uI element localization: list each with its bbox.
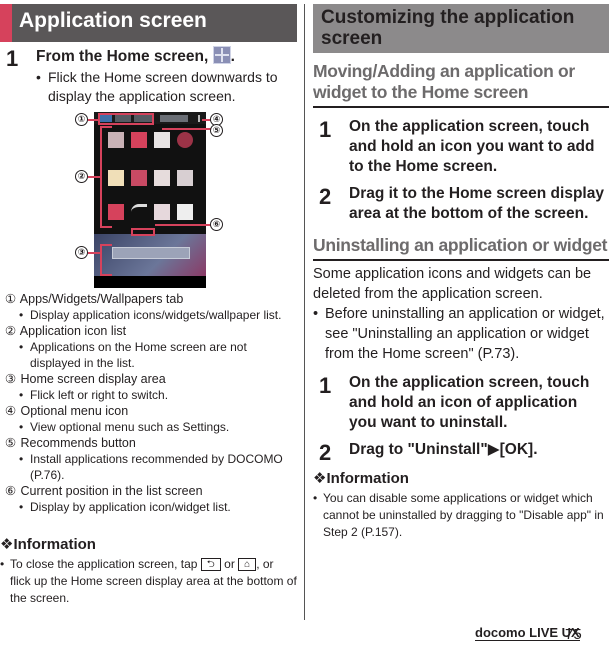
legend-number: ① xyxy=(4,292,17,306)
legend-bullet: Install applications recommended by DOCO… xyxy=(0,451,297,483)
legend-bullet: Flick left or right to switch. xyxy=(0,387,297,403)
step-number: 2 xyxy=(319,440,332,465)
legend-bullet: View optional menu such as Settings. xyxy=(0,419,297,435)
legend-label: Application icon list xyxy=(19,324,127,338)
step-text: From the Home screen, . xyxy=(36,46,297,67)
application-screen-illustration: ① ② ③ ④ ⑤ ⑥ xyxy=(74,112,224,288)
recommends-button xyxy=(160,115,188,122)
legend-number: ④ xyxy=(4,404,17,418)
callout-line-3 xyxy=(88,252,100,254)
legend-label: Recommends button xyxy=(20,436,136,450)
page-number: 75 xyxy=(565,626,582,643)
info-bullet: To close the application screen, tap ⮌ o… xyxy=(0,556,297,607)
header-accent-bar xyxy=(0,4,12,42)
step-text-end: . xyxy=(230,48,235,65)
legend-bullet: Display application icons/widgets/wallpa… xyxy=(0,307,297,323)
step-text: Drag to "Uninstall"▶[OK]. xyxy=(349,441,538,458)
info-box-left: ❖Information To close the application sc… xyxy=(0,535,297,607)
callout-line-6 xyxy=(155,224,214,226)
app-icon xyxy=(177,204,193,220)
legend-number: ② xyxy=(4,324,17,338)
step-text: Drag it to the Home screen display area … xyxy=(349,185,604,222)
step-bullet: Flick the Home screen downwards to displ… xyxy=(36,68,297,106)
callout-box-6 xyxy=(131,228,155,236)
app-icon xyxy=(154,132,170,148)
apps-grid-icon xyxy=(212,46,231,64)
step-text: On the application screen, touch and hol… xyxy=(349,374,590,431)
callout-line-5 xyxy=(162,128,214,130)
app-icon xyxy=(131,132,147,148)
callout-legend: ① Apps/Widgets/Wallpapers tab Display ap… xyxy=(0,291,297,515)
legend-label: Current position in the list screen xyxy=(20,484,203,498)
app-icon xyxy=(154,204,170,220)
info-title: ❖Information xyxy=(0,536,96,553)
menu-icon xyxy=(198,115,200,122)
callout-number-6: ⑥ xyxy=(210,218,223,231)
subheading-moving-adding: Moving/Adding an application or widget t… xyxy=(313,61,609,108)
callout-number-5: ⑤ xyxy=(210,124,223,137)
legend-item-5: ⑤ Recommends button xyxy=(0,435,297,451)
legend-number: ⑥ xyxy=(4,484,17,498)
column-divider xyxy=(304,4,305,620)
legend-bullet: Applications on the Home screen are not … xyxy=(0,339,297,371)
step-2: 2 Drag to "Uninstall"▶[OK]. xyxy=(313,440,609,465)
callout-number-1: ① xyxy=(75,113,88,126)
callout-box-3 xyxy=(100,244,112,276)
legend-item-4: ④ Optional menu icon xyxy=(0,403,297,419)
legend-label: Apps/Widgets/Wallpapers tab xyxy=(19,292,184,306)
step-text: On the application screen, touch and hol… xyxy=(349,118,595,175)
callout-box-2 xyxy=(100,126,112,228)
callout-number-3: ③ xyxy=(75,246,88,259)
legend-item-3: ③ Home screen display area xyxy=(0,371,297,387)
section-header-customizing: Customizing the application screen xyxy=(313,4,609,53)
callout-line-2 xyxy=(88,176,100,178)
uninstall-bullet: Before uninstalling an application or wi… xyxy=(313,304,609,364)
callout-line-1 xyxy=(88,119,98,121)
legend-label: Optional menu icon xyxy=(20,404,129,418)
step-2: 2 Drag it to the Home screen display are… xyxy=(313,184,609,224)
step-text-label: From the Home screen, xyxy=(36,48,209,65)
step-number: 1 xyxy=(319,117,332,142)
nav-bar xyxy=(94,276,206,288)
app-icon xyxy=(154,170,170,186)
legend-item-6: ⑥ Current position in the list screen xyxy=(0,483,297,499)
legend-number: ③ xyxy=(4,372,17,386)
info-text: To close the application screen, tap xyxy=(10,557,198,571)
section-title: Customizing the application screen xyxy=(321,7,575,49)
section-header-application-screen: Application screen xyxy=(0,4,297,42)
uninstall-intro: Some application icons and widgets can b… xyxy=(313,266,592,302)
info-text-or: or xyxy=(224,557,235,571)
legend-item-2: ② Application icon list xyxy=(0,323,297,339)
left-column: Application screen 1 From the Home scree… xyxy=(0,0,297,605)
legend-number: ⑤ xyxy=(4,436,17,450)
step-1: 1 From the Home screen, . Flick the Home… xyxy=(0,46,297,106)
app-icon xyxy=(177,132,193,148)
back-key-icon: ⮌ xyxy=(200,558,221,571)
legend-bullet: Display by application icon/widget list. xyxy=(0,499,297,515)
callout-box-1 xyxy=(98,113,154,125)
legend-label: Home screen display area xyxy=(20,372,166,386)
app-icon xyxy=(177,170,193,186)
step-number: 1 xyxy=(6,46,19,71)
section-title: Application screen xyxy=(19,9,207,32)
home-key-icon: ⌂ xyxy=(238,558,257,571)
callout-number-2: ② xyxy=(75,170,88,183)
app-icon xyxy=(131,170,147,186)
app-icon xyxy=(131,204,147,220)
info-title: ❖Information xyxy=(313,470,409,487)
step-number: 1 xyxy=(319,373,332,398)
legend-item-1: ① Apps/Widgets/Wallpapers tab xyxy=(0,291,297,307)
info-bullet: You can disable some applications or wid… xyxy=(313,490,609,541)
step-1: 1 On the application screen, touch and h… xyxy=(313,373,609,433)
search-widget xyxy=(112,247,190,259)
step-1: 1 On the application screen, touch and h… xyxy=(313,117,609,177)
info-box-right: ❖Information You can disable some applic… xyxy=(313,469,609,541)
subheading-uninstalling: Uninstalling an application or widget xyxy=(313,235,609,261)
right-column: Customizing the application screen Movin… xyxy=(313,0,609,541)
step-number: 2 xyxy=(319,184,332,209)
